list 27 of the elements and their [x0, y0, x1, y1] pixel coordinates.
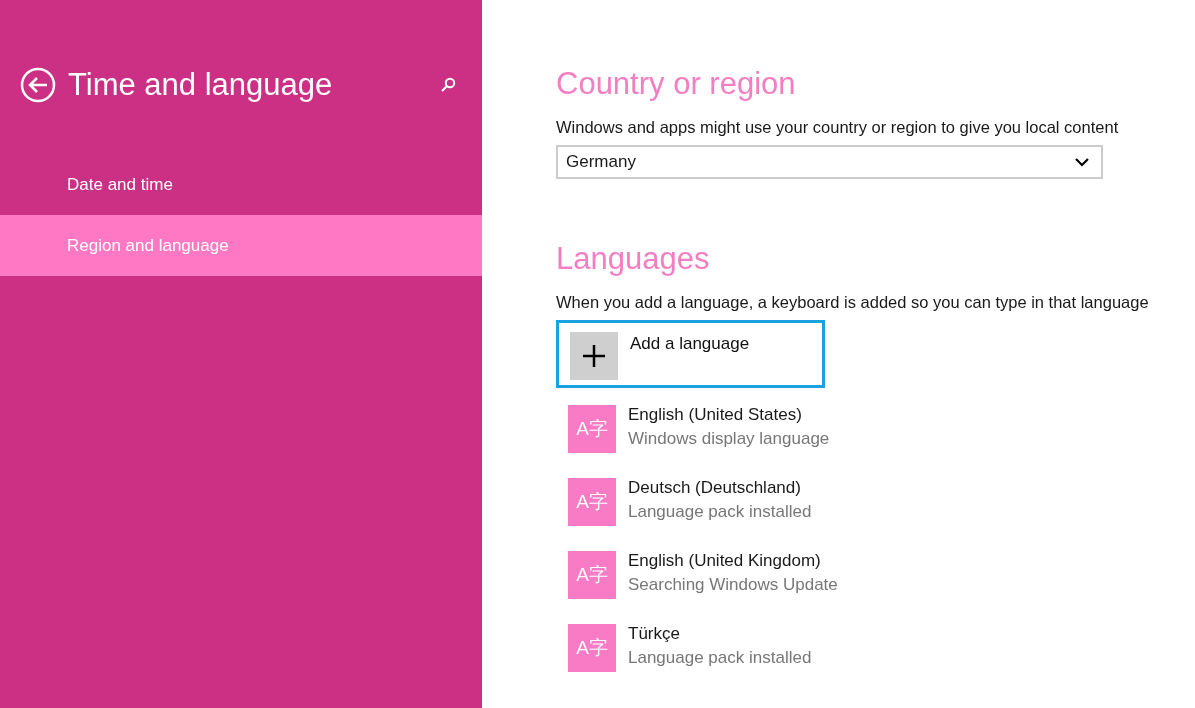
search-icon[interactable] — [440, 77, 456, 93]
chevron-down-icon — [1075, 157, 1089, 167]
language-status: Windows display language — [628, 428, 830, 450]
description-text: Windows and apps might use your country or region to give you local content — [556, 118, 1120, 137]
page-title: Time and language — [68, 67, 334, 103]
section-heading: Country or region — [556, 66, 797, 103]
language-status: Language pack installed — [628, 501, 812, 523]
add-language-button[interactable]: Add a language — [556, 320, 825, 388]
country-dropdown[interactable]: Germany — [556, 145, 1103, 179]
plus-icon — [570, 332, 618, 380]
description-text: When you add a language, a keyboard is added so you can type in that language — [556, 293, 1150, 312]
language-item[interactable]: A字 Deutsch (Deutschland) Language pack installed — [568, 478, 1195, 534]
language-name: Deutsch (Deutschland) — [628, 477, 802, 499]
language-icon: A字 — [568, 551, 616, 599]
language-icon: A字 — [568, 624, 616, 672]
language-name: Türkçe — [628, 623, 681, 645]
language-status: Language pack installed — [628, 647, 812, 669]
section-heading: Languages — [556, 241, 711, 278]
language-status: Searching Windows Update — [628, 574, 838, 596]
language-item[interactable]: A字 English (United Kingdom) Searching Windows Update — [568, 551, 1195, 607]
language-item[interactable]: A字 English (United States) Windows display language — [568, 405, 1195, 461]
language-name: English (United States) — [628, 404, 803, 426]
language-item[interactable]: A字 Türkçe Language pack installed — [568, 624, 1195, 680]
nav-item[interactable]: Date and time — [0, 154, 482, 215]
language-icon: A字 — [568, 478, 616, 526]
language-icon: A字 — [568, 405, 616, 453]
language-name: English (United Kingdom) — [628, 550, 822, 572]
